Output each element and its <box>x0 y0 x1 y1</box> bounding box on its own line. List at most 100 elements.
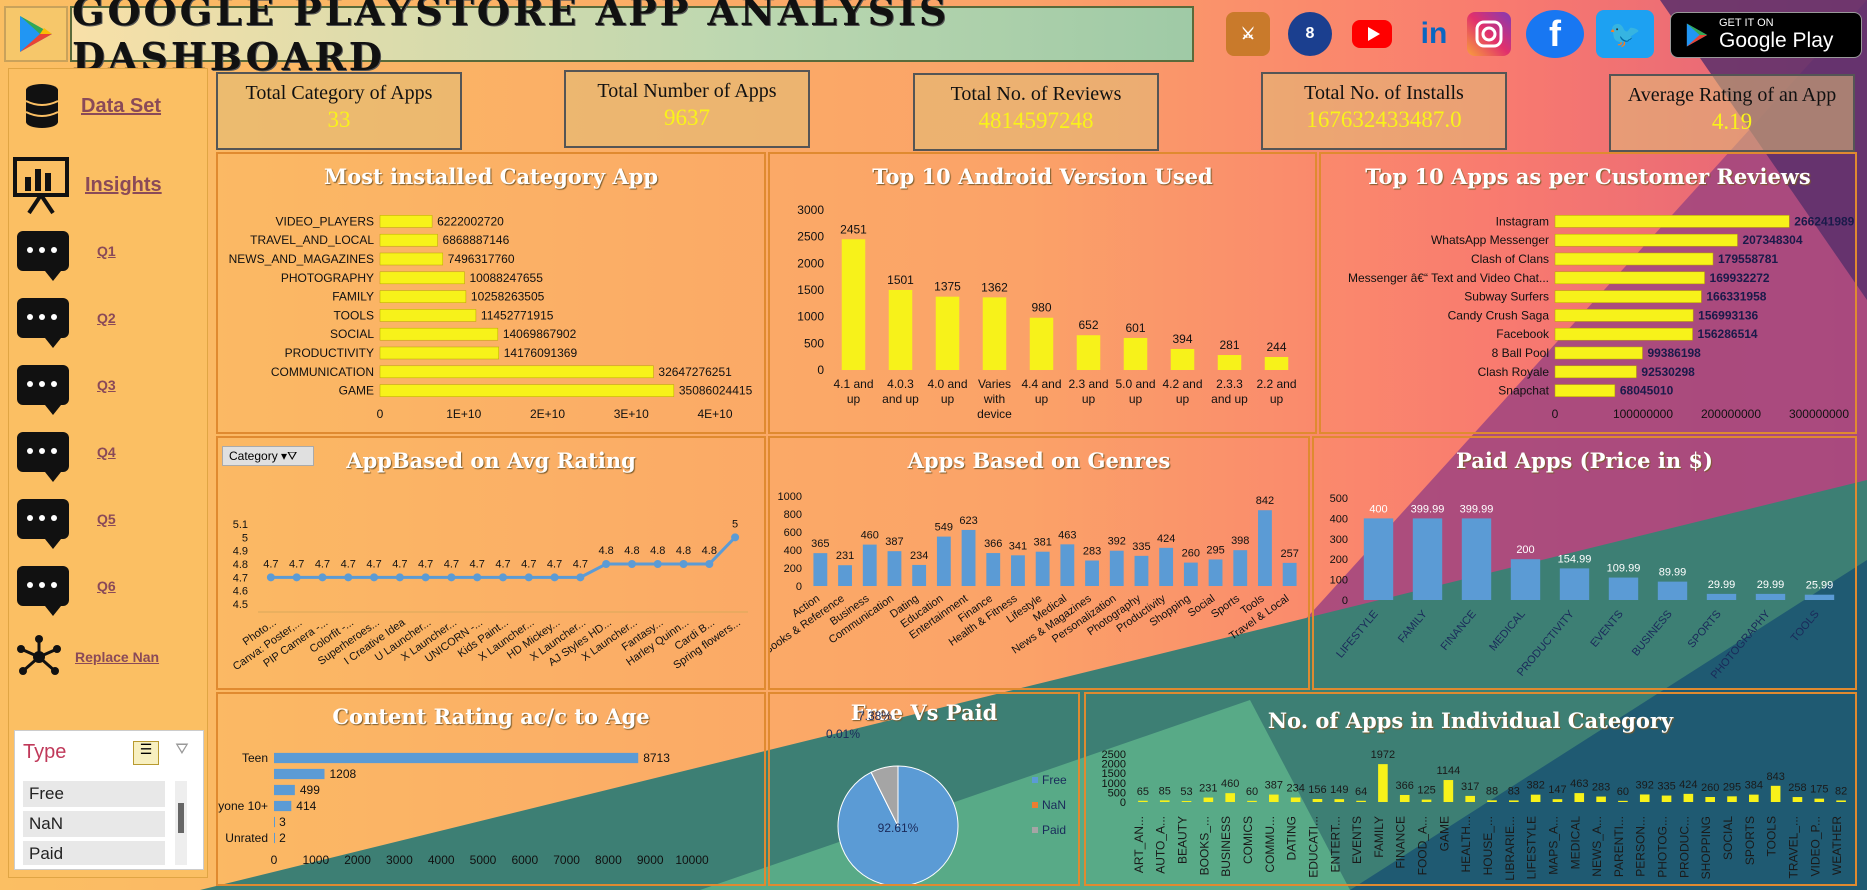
sidebar-item-q5[interactable]: Q5 <box>17 499 116 549</box>
category-label: SPORTS <box>1743 816 1757 865</box>
multi-select-icon[interactable]: ☰ <box>133 741 159 765</box>
instagram-icon[interactable] <box>1467 12 1511 56</box>
category-label: FAMILY <box>1372 816 1386 858</box>
facebook-icon[interactable]: f <box>1526 10 1584 58</box>
slicer-option-nan[interactable]: NaN <box>23 811 165 837</box>
sidebar-item-data-set[interactable]: Data Set <box>25 83 161 129</box>
category-label: WhatsApp Messenger <box>1431 233 1549 247</box>
category-label: PRODUCTIVITY <box>285 346 374 360</box>
category-label: 4.1 and up <box>833 377 873 406</box>
twitter-icon[interactable]: 🐦 <box>1596 10 1654 58</box>
data-label: 231 <box>1199 783 1217 795</box>
slicer-scrollbar[interactable] <box>175 781 187 865</box>
data-label: 64 <box>1355 786 1367 798</box>
bar <box>1661 795 1672 802</box>
kpi-label: Total No. of Installs <box>1304 82 1464 104</box>
sidebar-item-replace-nan[interactable]: Replace Nan <box>17 635 159 679</box>
category-label: ENTERT... <box>1328 816 1342 872</box>
legend-label: NaN <box>1042 798 1066 812</box>
category-label: FAMILY <box>1396 608 1430 646</box>
bar <box>379 327 499 341</box>
chart-genres: Apps Based on Genres 0 200 400 600 800 1000 36… <box>768 436 1310 690</box>
clear-filter-icon[interactable]: ⛛ <box>169 741 195 765</box>
data-label: 156286514 <box>1698 327 1758 341</box>
category-label: MAPS_A... <box>1546 816 1560 875</box>
bar <box>1608 577 1639 600</box>
data-label: 175 <box>1810 784 1828 796</box>
sidebar-item-insights[interactable]: Insights <box>11 155 162 215</box>
data-point <box>524 573 533 582</box>
bar <box>1554 327 1693 341</box>
category-label: SHOPPING <box>1699 816 1713 879</box>
data-label: 381 <box>1033 537 1051 549</box>
slicer-option-free[interactable]: Free <box>23 781 165 807</box>
chat-icon <box>17 231 69 281</box>
youtube-icon[interactable] <box>1350 12 1394 56</box>
bar <box>935 296 960 370</box>
kpi-value: 167632433487.0 <box>1306 107 1462 132</box>
data-label: 60 <box>1246 786 1258 798</box>
sidebar-item-q1[interactable]: Q1 <box>17 231 116 281</box>
bar <box>379 290 467 303</box>
sidebar-item-q6[interactable]: Q6 <box>17 566 116 616</box>
bar <box>379 384 675 397</box>
sidebar-item-q4[interactable]: Q4 <box>17 432 116 482</box>
data-label: 82 <box>1835 785 1847 797</box>
chart-canvas: 92.61% 0.01% 7.38% Free NaN Paid <box>826 709 1067 884</box>
clash-of-clans-icon[interactable]: ⚔ <box>1226 12 1270 56</box>
slicer-option-paid[interactable]: Paid <box>23 841 165 865</box>
bar <box>1258 510 1272 586</box>
category-label: LIFESTYLE <box>1334 608 1381 660</box>
data-point <box>473 573 482 582</box>
x-tick-label: 100000000 <box>1613 407 1673 421</box>
category-label: 4.2 and up <box>1162 377 1202 406</box>
data-label: 842 <box>1256 495 1274 507</box>
data-label: 5 <box>732 518 738 530</box>
y-tick-label: 100 <box>1330 575 1348 587</box>
data-label: 207348304 <box>1742 233 1802 247</box>
sidebar-item-q3[interactable]: Q3 <box>17 365 116 415</box>
sidebar-item-label: Insights <box>85 173 162 196</box>
data-label: 283 <box>1083 546 1101 558</box>
y-tick-label: 4.8 <box>233 559 248 571</box>
8-ball-pool-icon[interactable]: 8 <box>1288 12 1332 56</box>
bar <box>379 271 465 285</box>
bar <box>379 346 499 360</box>
category-label: TOOLS <box>334 308 374 322</box>
data-label: 843 <box>1766 771 1784 783</box>
bar <box>1683 793 1694 802</box>
x-tick-label: 200000000 <box>1701 407 1761 421</box>
y-tick-label: 400 <box>1330 513 1348 525</box>
data-label: 29.99 <box>1708 579 1736 591</box>
sidebar-item-q2[interactable]: Q2 <box>17 298 116 348</box>
data-label: 4.7 <box>470 558 485 570</box>
y-tick-label: 500 <box>1330 493 1348 505</box>
bar <box>887 551 902 586</box>
bar <box>1233 550 1248 586</box>
bar <box>1755 593 1786 600</box>
google-play-badge[interactable]: GET IT ON Google Play <box>1670 12 1862 58</box>
data-label: 4.7 <box>366 558 381 570</box>
category-label: FINANCE <box>1439 608 1479 653</box>
chart-canvas: VIDEO_PLAYERS 6222002720 TRAVEL_AND_LOCAL 6… <box>229 214 753 421</box>
data-label: 109.99 <box>1607 563 1641 575</box>
chat-icon <box>17 499 69 549</box>
data-label: 32647276251 <box>658 365 732 379</box>
bar <box>1159 800 1170 802</box>
bar <box>1412 518 1443 600</box>
bar <box>1554 215 1790 228</box>
category-label: Everyone 10+ <box>218 799 268 813</box>
data-label: 8713 <box>643 751 670 765</box>
category-label: PHOTOGRAPHY <box>281 271 374 285</box>
y-tick-label: 4.9 <box>233 546 248 558</box>
chat-icon <box>17 566 69 616</box>
category-label: Varies with device <box>977 377 1012 421</box>
data-label: 424 <box>1679 779 1697 791</box>
linkedin-icon[interactable]: in <box>1412 12 1456 56</box>
data-label: 295 <box>1206 544 1224 556</box>
kpi-value: 9637 <box>664 105 710 130</box>
data-label: 65 <box>1137 786 1149 798</box>
data-label: 68045010 <box>1620 384 1674 398</box>
category-label: PHOTOG... <box>1656 816 1670 878</box>
chart-canvas: Teen 8713 1208 499 Everyone 10+ 414 3 Unrated 20… <box>218 751 709 867</box>
